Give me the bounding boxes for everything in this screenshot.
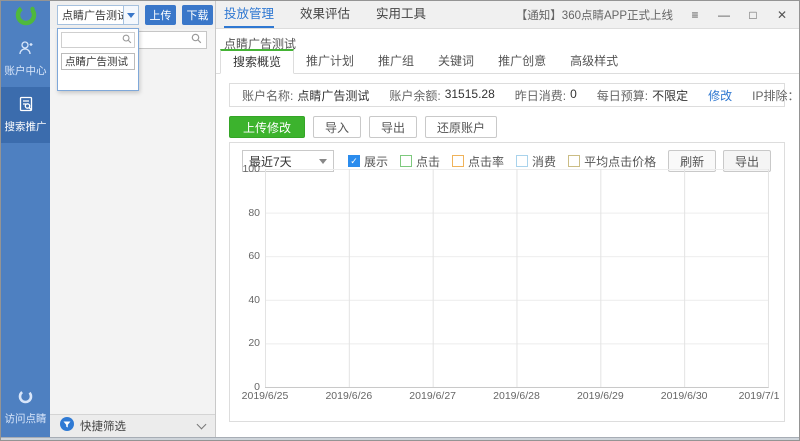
y-tick: 40 [248,294,260,306]
sidebar-item-label: 搜索推广 [5,121,47,133]
x-tick: 2019/7/1 [739,390,780,402]
download-button[interactable]: 下载 [182,5,213,25]
checkbox-icon[interactable] [568,155,580,167]
dianjing-ring-icon [1,388,50,408]
metric-clicks[interactable]: 点击 [400,153,440,170]
y-tick: 20 [248,337,260,349]
document-search-icon [1,95,50,116]
metric-avg-cpc[interactable]: 平均点击价格 [568,153,656,170]
minimize-icon[interactable]: — [717,8,731,22]
main-area: 投放管理 效果评估 实用工具 【通知】360点睛APP正式上线 ≡ — □ ✕ … [216,1,799,440]
y-tick: 80 [248,207,260,219]
y-tick: 100 [242,163,260,175]
menu-icon[interactable]: ≡ [688,8,702,22]
filter-icon [60,417,74,436]
titlebar: 投放管理 效果评估 实用工具 【通知】360点睛APP正式上线 ≡ — □ ✕ [216,1,799,29]
caret-down-icon [319,159,327,164]
quick-filter-bar[interactable]: 快捷筛选 [50,414,215,437]
tab-delivery-management[interactable]: 投放管理 [224,1,274,28]
tab-keywords[interactable]: 关键词 [426,50,486,73]
left-panel-toolbar: 点睛广告测试 上传 下载 [50,1,215,29]
maximize-icon[interactable]: □ [746,8,760,22]
chart-panel: 最近7天 ✓ 展示 点击 点 [229,142,785,422]
x-tick: 2019/6/28 [493,390,540,402]
section-tabs: 搜索概览 推广计划 推广组 关键词 推广创意 高级样式 [216,50,799,74]
visit-label: 访问点睛 [5,413,47,425]
metric-checkboxes: ✓ 展示 点击 点击率 消费 [348,153,656,170]
restore-account-button[interactable]: 还原账户 [425,116,497,138]
x-tick: 2019/6/30 [661,390,708,402]
account-name-field: 账户名称: 点睛广告测试 [242,87,369,104]
checkbox-icon[interactable] [452,155,464,167]
upload-button[interactable]: 上传 [145,5,176,25]
titlebar-right: 【通知】360点睛APP正式上线 ≡ — □ ✕ [516,7,799,23]
upload-modify-button[interactable]: 上传修改 [229,116,305,138]
line-chart: 100 80 60 40 20 0 2019/6/25 2019/6/26 20… [265,169,769,388]
chevron-down-icon[interactable] [197,420,207,430]
sidebar-item-label: 账户中心 [5,65,47,77]
caret-down-icon [127,13,135,18]
tab-advanced-style[interactable]: 高级样式 [558,50,630,73]
user-icon [1,39,50,60]
checkbox-icon[interactable] [400,155,412,167]
y-tick: 60 [248,250,260,262]
metric-ctr[interactable]: 点击率 [452,153,504,170]
x-tick: 2019/6/26 [325,390,372,402]
search-icon [191,31,202,49]
notice-text[interactable]: 【通知】360点睛APP正式上线 [516,7,673,23]
tab-promotion-creative[interactable]: 推广创意 [486,50,558,73]
main-content: 点睛广告测试 搜索概览 推广计划 推广组 关键词 推广创意 高级样式 账户名称:… [216,29,799,440]
close-icon[interactable]: ✕ [775,8,789,22]
tab-promotion-group[interactable]: 推广组 [366,50,426,73]
dropdown-option-account[interactable]: 点睛广告测试 [61,53,135,70]
ip-exclusion-field: IP排除： 已设置(3) [752,87,800,104]
metric-impressions[interactable]: ✓ 展示 [348,153,388,170]
sidebar-item-search-promotion[interactable]: 搜索推广 [1,87,50,143]
x-tick: 2019/6/27 [409,390,456,402]
export-button[interactable]: 导出 [369,116,417,138]
checkbox-checked-icon[interactable]: ✓ [348,155,360,167]
modify-link[interactable]: 修改 [708,87,732,104]
daily-budget-field: 每日预算: 不限定 [597,87,688,104]
yesterday-cost-field: 昨日消费: 0 [515,87,577,104]
dropdown-search-input[interactable] [64,35,122,46]
sidebar-item-account-center[interactable]: 账户中心 [1,31,50,87]
tab-search-overview[interactable]: 搜索概览 [220,49,294,74]
account-select-dropdown: 点睛广告测试 [57,28,139,91]
checkbox-icon[interactable] [516,155,528,167]
account-balance-field: 账户余额: 31515.28 [389,87,494,104]
app-window: 账户中心 搜索推广 访问点睛 [0,0,800,441]
top-nav: 投放管理 效果评估 实用工具 [216,1,426,28]
sidebar: 账户中心 搜索推广 访问点睛 [1,1,50,440]
app-logo [1,1,50,31]
account-info-bar: 账户名称: 点睛广告测试 账户余额: 31515.28 昨日消费: 0 每日预算… [229,83,785,107]
action-buttons: 上传修改 导入 导出 还原账户 [229,116,497,138]
dianjing-logo-icon [14,3,38,32]
account-select-value: 点睛广告测试 [58,7,123,23]
select-caret-zone[interactable] [123,6,138,24]
tab-promotion-plan[interactable]: 推广计划 [294,50,366,73]
sidebar-item-visit-dianjing[interactable]: 访问点睛 [1,388,50,426]
x-tick: 2019/6/29 [577,390,624,402]
import-button[interactable]: 导入 [313,116,361,138]
account-select[interactable]: 点睛广告测试 [57,5,139,25]
tab-utilities[interactable]: 实用工具 [376,1,426,28]
left-panel: 点睛广告测试 上传 下载 [50,1,216,440]
x-tick: 2019/6/25 [242,390,289,402]
quick-filter-label: 快捷筛选 [80,418,126,434]
dropdown-search[interactable] [61,32,135,48]
metric-cost[interactable]: 消费 [516,153,556,170]
tab-effect-evaluation[interactable]: 效果评估 [300,1,350,28]
search-icon [122,31,132,49]
window-bottom-frame [1,437,799,440]
